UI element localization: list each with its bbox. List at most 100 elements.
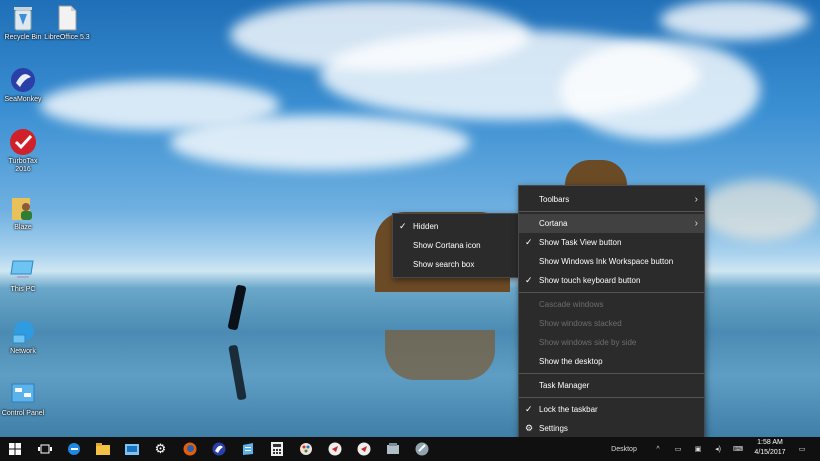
start-icon bbox=[9, 443, 21, 455]
network-icon bbox=[9, 318, 37, 346]
menu-separator bbox=[519, 292, 704, 293]
tray-battery[interactable]: ▭ bbox=[670, 437, 686, 461]
taskbar: ⚙ Desktop ^ ▭ ▣ ◂) ⌨ 1:58 AM 4/15/2017 ▭ bbox=[0, 437, 820, 461]
menu-item-label: Show search box bbox=[413, 260, 475, 269]
menu-item-label: Show windows side by side bbox=[539, 338, 637, 347]
taskbar-paint[interactable] bbox=[291, 437, 320, 461]
menu-item-label: Show Windows Ink Workspace button bbox=[539, 257, 674, 266]
desktop-icon-label: Network bbox=[10, 348, 36, 355]
menu-item-show-search-box[interactable]: Show search box bbox=[393, 255, 518, 274]
desktop-icon-turbotax[interactable]: TurboTax 2016 bbox=[0, 128, 46, 174]
menu-item-label: Lock the taskbar bbox=[539, 405, 598, 414]
store-icon bbox=[124, 444, 139, 455]
menu-item-label: Cascade windows bbox=[539, 300, 604, 309]
start-button[interactable] bbox=[0, 437, 30, 461]
menu-item-show-cortana-icon[interactable]: Show Cortana icon bbox=[393, 236, 518, 255]
taskbar-app-1[interactable] bbox=[320, 437, 349, 461]
taskbar-seamonkey[interactable] bbox=[204, 437, 233, 461]
check-icon: ✓ bbox=[525, 404, 533, 414]
desktop-icon-label: This PC bbox=[10, 286, 36, 293]
action-center-button[interactable]: ▭ bbox=[792, 437, 812, 461]
taskbar-clock[interactable]: 1:58 AM 4/15/2017 bbox=[752, 438, 788, 458]
show-hidden-icons-button[interactable]: ^ bbox=[650, 437, 666, 461]
taskbar-context-menu: Toolbars › Cortana › ✓ Show Task View bu… bbox=[518, 185, 705, 443]
touch-keyboard-button[interactable]: ⌨ bbox=[728, 437, 748, 461]
app-icon-3 bbox=[386, 443, 399, 454]
desktop-icon-libreoffice[interactable]: LibreOffice 5.3 bbox=[44, 4, 90, 42]
tray-network[interactable]: ▣ bbox=[690, 437, 706, 461]
tray-volume[interactable]: ◂) bbox=[710, 437, 726, 461]
desktop-icon-blaze[interactable]: Blaze bbox=[0, 194, 46, 232]
menu-item-show-windows-stacked: Show windows stacked bbox=[519, 314, 704, 333]
menu-item-toolbars[interactable]: Toolbars › bbox=[519, 190, 704, 209]
task-view-button[interactable] bbox=[30, 437, 59, 461]
taskbar-settings[interactable]: ⚙ bbox=[146, 437, 175, 461]
menu-item-lock-taskbar[interactable]: ✓ Lock the taskbar bbox=[519, 400, 704, 419]
taskbar-wordpad[interactable] bbox=[233, 437, 262, 461]
paint-icon bbox=[299, 443, 312, 455]
taskbar-app-2[interactable] bbox=[349, 437, 378, 461]
taskbar-edge[interactable] bbox=[59, 437, 88, 461]
taskbar-calculator[interactable] bbox=[262, 437, 291, 461]
menu-item-label: Show the desktop bbox=[539, 357, 603, 366]
user-folder-icon bbox=[9, 194, 37, 222]
menu-separator bbox=[519, 373, 704, 374]
menu-item-cascade-windows: Cascade windows bbox=[519, 295, 704, 314]
taskbar-app-3[interactable] bbox=[378, 437, 407, 461]
desktop-icon-label: Blaze bbox=[14, 224, 32, 231]
clock-date: 4/15/2017 bbox=[754, 449, 786, 456]
desktop-icon-label: Recycle Bin bbox=[4, 34, 42, 41]
notification-icon: ▭ bbox=[798, 446, 806, 453]
battery-icon: ▭ bbox=[674, 446, 682, 453]
app-icon-4 bbox=[415, 442, 428, 456]
menu-item-label: Settings bbox=[539, 424, 568, 433]
menu-item-label: Task Manager bbox=[539, 381, 590, 390]
recycle-bin-icon bbox=[9, 4, 37, 32]
chevron-right-icon: › bbox=[694, 218, 698, 229]
task-view-icon bbox=[37, 444, 52, 454]
app-icon-1 bbox=[328, 442, 341, 456]
check-icon: ✓ bbox=[399, 221, 407, 231]
desktop-icon-network[interactable]: Network bbox=[0, 318, 46, 356]
menu-item-show-task-view[interactable]: ✓ Show Task View button bbox=[519, 233, 704, 252]
menu-item-task-manager[interactable]: Task Manager bbox=[519, 376, 704, 395]
desktop-icon-this-pc[interactable]: This PC bbox=[0, 256, 46, 294]
clock-time: 1:58 AM bbox=[757, 439, 783, 446]
menu-separator bbox=[519, 211, 704, 212]
desktop-icon-control-panel[interactable]: Control Panel bbox=[0, 380, 46, 418]
chevron-right-icon: › bbox=[694, 194, 698, 205]
file-explorer-icon bbox=[95, 443, 110, 455]
menu-item-cortana[interactable]: Cortana › bbox=[519, 214, 704, 233]
control-panel-icon bbox=[9, 380, 37, 408]
menu-item-label: Toolbars bbox=[539, 195, 570, 204]
wordpad-icon bbox=[242, 443, 253, 455]
cortana-submenu: ✓ Hidden Show Cortana icon Show search b… bbox=[392, 213, 519, 278]
menu-item-show-desktop[interactable]: Show the desktop bbox=[519, 352, 704, 371]
menu-item-label: Show touch keyboard button bbox=[539, 276, 641, 285]
taskbar-file-explorer[interactable] bbox=[88, 437, 117, 461]
network-status-icon: ▣ bbox=[694, 446, 702, 453]
menu-item-show-ink-workspace[interactable]: Show Windows Ink Workspace button bbox=[519, 252, 704, 271]
menu-item-settings[interactable]: ⚙ Settings bbox=[519, 419, 704, 438]
desktop-icon-seamonkey[interactable]: SeaMonkey bbox=[0, 66, 46, 104]
app-icon-2 bbox=[357, 442, 370, 456]
taskbar-store[interactable] bbox=[117, 437, 146, 461]
chevron-up-icon: ^ bbox=[656, 445, 660, 453]
menu-item-label: Show windows stacked bbox=[539, 319, 622, 328]
desktop-label: Desktop bbox=[611, 445, 637, 453]
taskbar-firefox[interactable] bbox=[175, 437, 204, 461]
edge-icon bbox=[67, 443, 80, 455]
settings-gear-icon: ⚙ bbox=[154, 441, 167, 456]
menu-item-label: Cortana bbox=[539, 219, 568, 228]
desktop-icon-label: Control Panel bbox=[1, 410, 45, 417]
desktop-icon-recycle-bin[interactable]: Recycle Bin bbox=[0, 4, 46, 42]
desktop-toolbar-label[interactable]: Desktop bbox=[606, 437, 642, 461]
calculator-icon bbox=[270, 442, 283, 456]
keyboard-icon: ⌨ bbox=[732, 446, 744, 453]
menu-item-label: Show Task View button bbox=[539, 238, 622, 247]
desktop-icon-label: LibreOffice 5.3 bbox=[44, 34, 90, 41]
menu-item-show-touch-keyboard[interactable]: ✓ Show touch keyboard button bbox=[519, 271, 704, 290]
this-pc-icon bbox=[9, 256, 37, 284]
menu-item-hidden[interactable]: ✓ Hidden bbox=[393, 217, 518, 236]
taskbar-app-4[interactable] bbox=[407, 437, 436, 461]
